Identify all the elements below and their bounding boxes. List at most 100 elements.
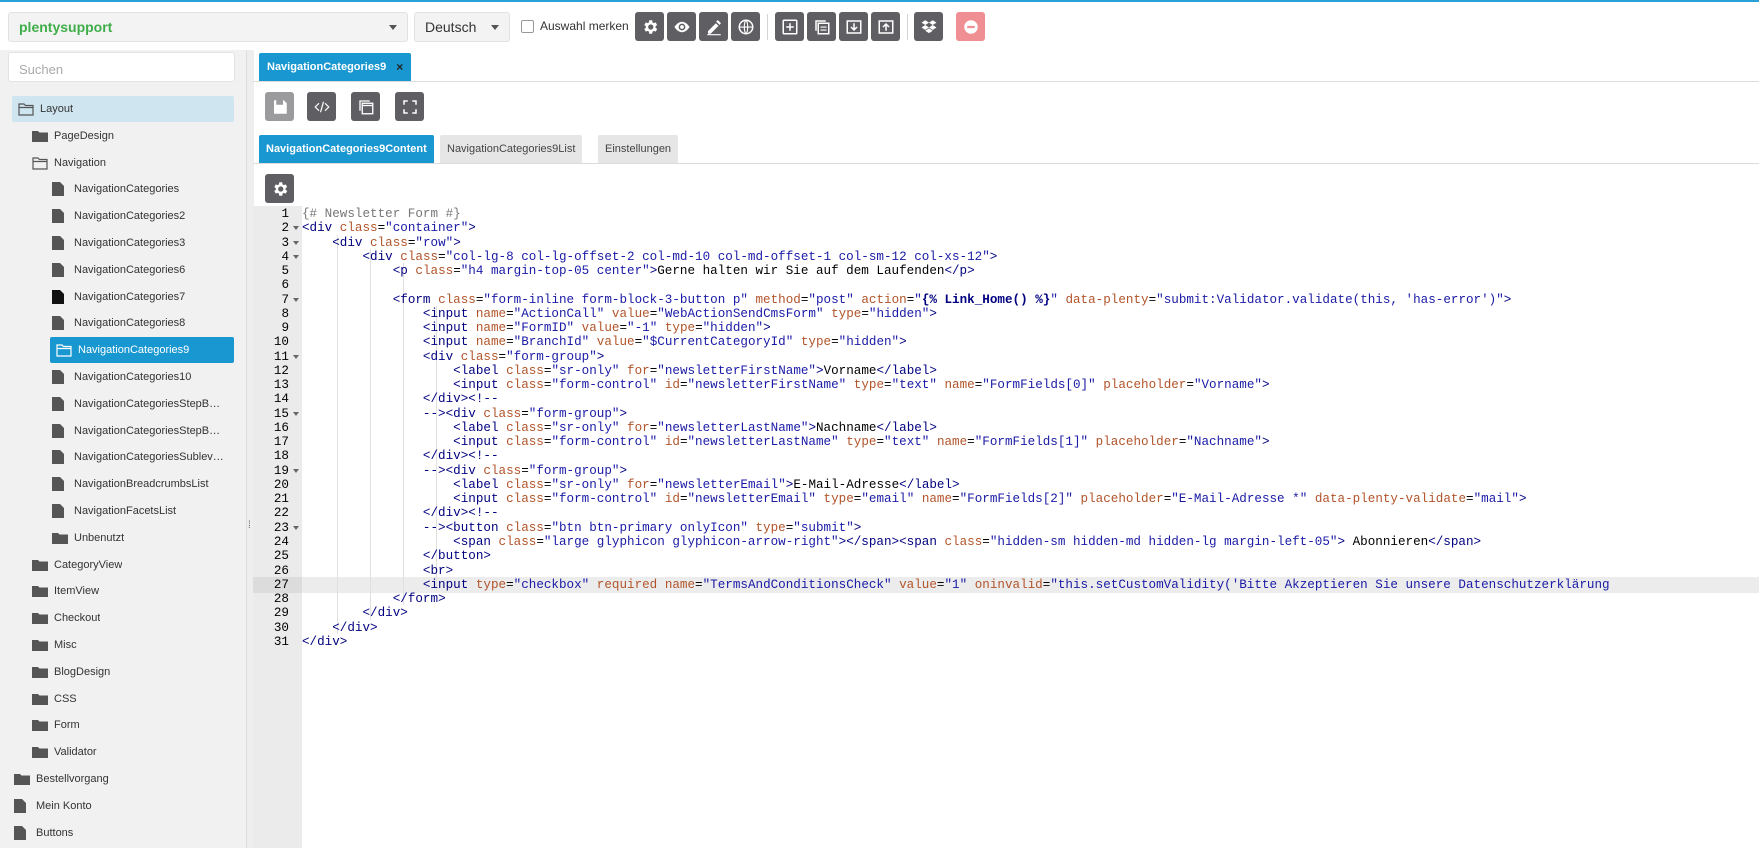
tab-content-label: NavigationCategories9Content [266,143,427,155]
fold-arrow-icon[interactable] [293,354,299,359]
sidebar-item[interactable]: NavigationCategories7 [52,284,240,310]
sidebar-item[interactable]: NavigationCategories2 [52,203,240,229]
close-icon[interactable]: × [396,60,403,74]
file-icon [52,450,68,465]
sidebar-item[interactable]: NavigationCategories3 [52,230,240,256]
sidebar-item-label: Buttons [36,826,74,839]
sidebar-item[interactable]: Buttons [14,820,240,846]
export-button[interactable] [871,12,900,41]
file-icon [52,396,68,411]
file-icon [52,316,68,331]
folder-icon [32,558,48,572]
folder-icon [32,129,48,143]
editor-settings-button[interactable] [265,174,294,203]
folder-icon [32,611,48,625]
sidebar-item-label: NavigationCategories3 [74,237,186,249]
sidebar-item[interactable]: NavigationCategories6 [52,257,240,283]
sidebar-item-label: Navigation [54,156,106,169]
sidebar-item-label: Form [54,719,80,732]
sidebar-item[interactable]: Misc [32,632,240,658]
file-tab-label: NavigationCategories9 [267,61,387,73]
remember-selection[interactable]: Auswahl merken [521,19,629,33]
file-tab[interactable]: NavigationCategories9 × [259,53,412,81]
remember-checkbox[interactable] [521,19,534,33]
sidebar-item[interactable]: NavigationBreadcrumbsList [52,471,240,497]
eye-icon [674,21,689,32]
sidebar-item[interactable]: CSS [32,686,240,712]
fold-arrow-icon[interactable] [293,525,299,530]
client-select[interactable]: plentysupport [8,12,408,42]
sidebar-item[interactable]: CategoryView [32,552,240,578]
sidebar-item-label: Validator [54,746,97,759]
file-icon [52,262,68,277]
close-button[interactable] [956,12,985,41]
fullscreen-button[interactable] [395,92,424,121]
import-button[interactable] [839,12,868,41]
settings-button[interactable] [635,12,664,41]
sidebar-item[interactable]: NavigationCategories8 [52,310,240,336]
sidebar-item-label: NavigationCategories2 [74,210,186,223]
split-view-button[interactable] [351,92,380,121]
fold-arrow-icon[interactable] [293,226,299,231]
sidebar-item[interactable]: Layout [12,96,234,122]
minus-circle-icon [963,19,978,34]
file-icon [52,182,68,197]
sidebar-item[interactable]: ItemView [32,578,240,604]
sidebar-item[interactable]: PageDesign [32,123,240,149]
tab-list[interactable]: NavigationCategories9List [440,135,583,163]
sidebar-item[interactable]: Checkout [32,605,240,631]
sidebar-item-label: NavigationCategoriesStepB… [74,397,221,410]
sidebar-item[interactable]: Navigation [32,150,240,176]
code-editor[interactable]: {# Newsletter Form #} <div class="contain… [302,206,1759,848]
edit-button[interactable] [699,12,728,41]
sidebar-item-label: ItemView [54,585,100,598]
window-icon [358,99,373,114]
sidebar-item-label: Checkout [54,612,101,625]
gear-icon [273,181,287,196]
fold-arrow-icon[interactable] [293,297,299,302]
sidebar-item[interactable]: NavigationCategoriesStepB… [52,418,240,444]
dropbox-button[interactable] [914,12,943,41]
language-select-value: Deutsch [425,19,477,35]
line-number: 31 [273,634,289,649]
save-button[interactable] [265,92,294,121]
tab-content[interactable]: NavigationCategories9Content [259,135,434,163]
new-file-button[interactable] [775,12,804,41]
chevron-down-icon [491,25,499,30]
subtab-divider [253,163,1759,164]
publish-button[interactable] [731,12,760,41]
sidebar-item-label: Mein Konto [36,799,92,812]
fold-arrow-icon[interactable] [293,411,299,416]
sidebar-item[interactable]: NavigationFacetsList [52,498,240,524]
top-toolbar: plentysupport Deutsch Auswahl merken [0,2,1759,50]
sidebar-item[interactable]: NavigationCategoriesSublev… [52,444,240,470]
tab-list-label: NavigationCategories9List [447,143,576,155]
fold-arrow-icon[interactable] [293,240,299,245]
sidebar-item-label: NavigationBreadcrumbsList [74,478,209,491]
code-line: <input type="checkbox" required name="Te… [422,577,1610,592]
sidebar-item[interactable]: Unbenutzt [52,525,240,551]
sidebar-item[interactable]: Bestellvorgang [14,766,240,792]
sidebar-item-label: Misc [54,639,77,651]
search-input[interactable]: Suchen [8,52,235,82]
sidebar-item[interactable]: NavigationCategoriesStepB… [52,391,240,417]
preview-button[interactable] [667,12,696,41]
sidebar-item-label: NavigationCategoriesSublev… [74,451,224,464]
fold-arrow-icon[interactable] [293,468,299,473]
add-file-icon [782,19,797,34]
sidebar-item[interactable]: Form [32,712,240,738]
folder-icon [32,745,48,759]
fold-arrow-icon[interactable] [293,254,299,259]
sidebar-item[interactable]: NavigationCategories [52,176,240,202]
new-folder-button[interactable] [807,12,836,41]
sidebar-item[interactable]: BlogDesign [32,659,240,685]
tab-settings[interactable]: Einstellungen [598,135,679,163]
code-line: </div> [302,634,348,649]
code-view-button[interactable] [307,92,336,121]
sidebar-item[interactable]: NavigationCategories10 [52,364,240,390]
sidebar-item-label: PageDesign [54,129,114,142]
sidebar-item[interactable]: Validator [32,739,240,765]
sidebar-item[interactable]: NavigationCategories9 [50,337,234,364]
sidebar-item[interactable]: Mein Konto [14,793,240,819]
language-select[interactable]: Deutsch [414,12,510,42]
